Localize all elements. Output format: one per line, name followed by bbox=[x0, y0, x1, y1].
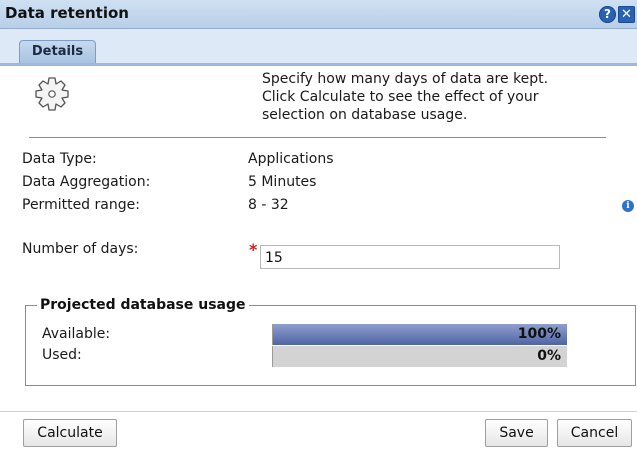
intro-line: Click Calculate to see the effect of you… bbox=[262, 89, 539, 105]
available-label: Available: bbox=[42, 326, 111, 342]
data-type-label: Data Type: bbox=[22, 151, 97, 167]
permitted-range-value: 8 - 32 bbox=[248, 197, 289, 213]
cancel-button[interactable]: Cancel bbox=[557, 419, 632, 447]
intro-text: Specify how many days of data are kept. … bbox=[262, 70, 622, 124]
title-bar: Data retention ? ✕ bbox=[0, 0, 637, 29]
available-bar: 100% bbox=[272, 324, 567, 345]
data-aggregation-value: 5 Minutes bbox=[248, 174, 317, 190]
used-percent: 0% bbox=[537, 348, 561, 364]
tab-divider bbox=[0, 63, 637, 66]
available-percent: 100% bbox=[517, 326, 561, 342]
save-button[interactable]: Save bbox=[485, 419, 548, 447]
tab-strip: Details bbox=[0, 29, 637, 63]
tab-details[interactable]: Details bbox=[19, 40, 96, 63]
data-type-value: Applications bbox=[248, 151, 334, 167]
button-bar-divider bbox=[0, 411, 637, 412]
number-of-days-label: Number of days: bbox=[22, 241, 139, 257]
close-icon[interactable]: ✕ bbox=[618, 6, 635, 23]
projected-usage-legend: Projected database usage bbox=[37, 297, 249, 313]
permitted-range-label: Permitted range: bbox=[22, 197, 140, 213]
info-icon[interactable]: i bbox=[622, 200, 634, 212]
data-aggregation-label: Data Aggregation: bbox=[22, 174, 151, 190]
used-bar: 0% bbox=[272, 346, 567, 367]
intro-line: selection on database usage. bbox=[262, 107, 468, 123]
used-label: Used: bbox=[42, 347, 82, 363]
number-of-days-input[interactable] bbox=[260, 245, 560, 269]
section-divider bbox=[29, 137, 606, 138]
intro-line: Specify how many days of data are kept. bbox=[262, 71, 549, 87]
required-marker: * bbox=[249, 240, 258, 259]
calculate-button[interactable]: Calculate bbox=[23, 419, 117, 447]
help-icon[interactable]: ? bbox=[599, 6, 616, 23]
gear-icon bbox=[35, 77, 69, 111]
dialog-title: Data retention bbox=[5, 4, 129, 22]
